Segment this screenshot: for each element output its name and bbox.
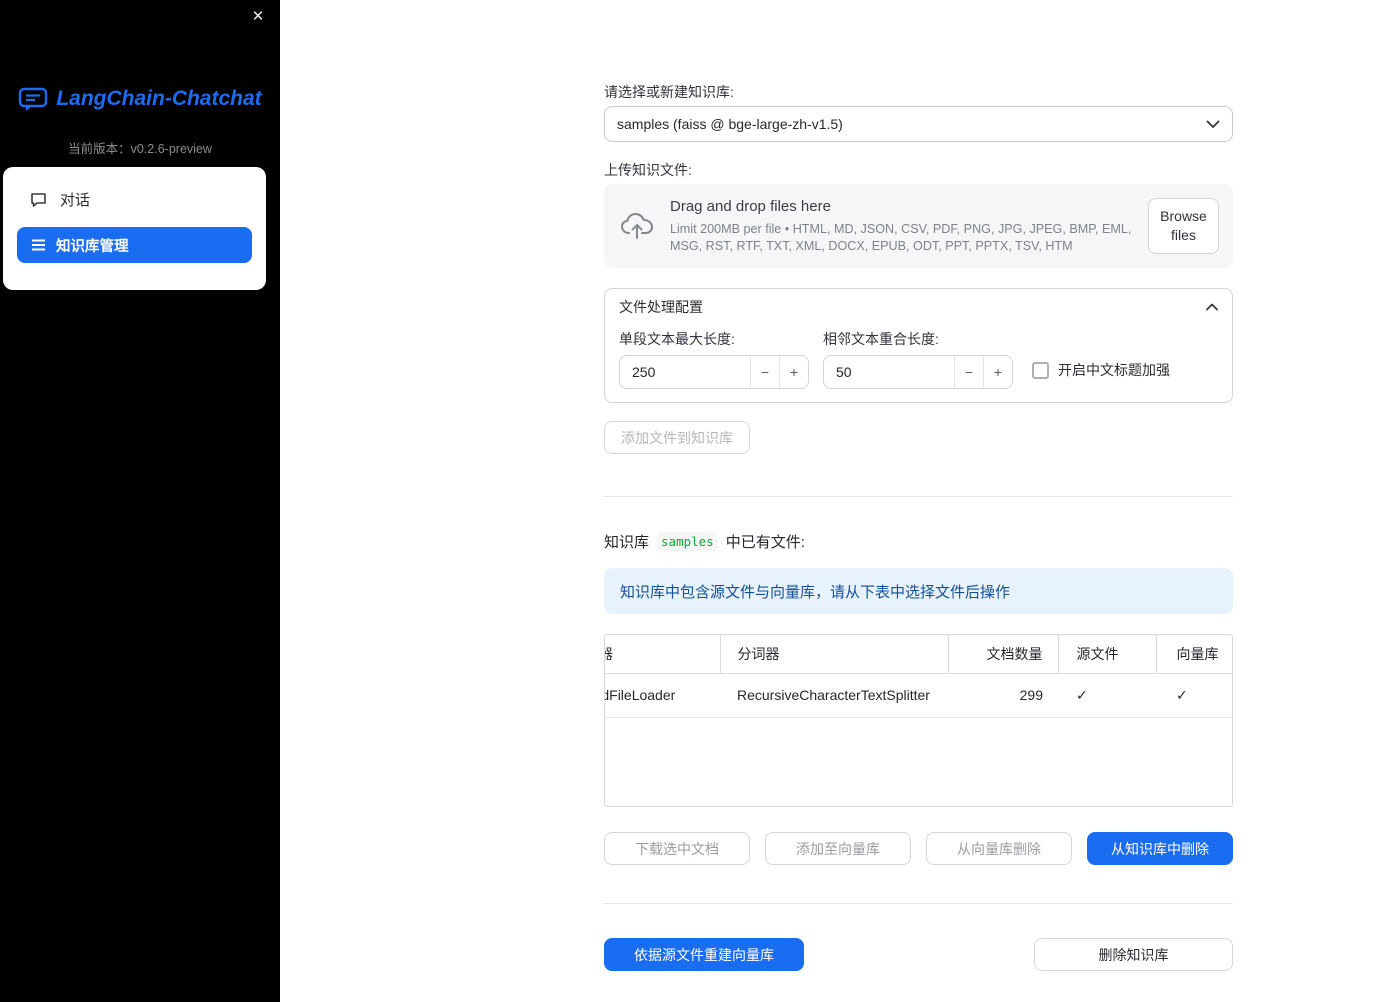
col-header-source-file[interactable]: 源文件 [1058,635,1157,674]
file-dropzone[interactable]: Drag and drop files here Limit 200MB per… [604,184,1233,268]
delete-from-vector-store-button[interactable]: 从向量库删除 [926,832,1072,865]
overlap-length-stepper: − + [823,355,1013,389]
kb-select-label: 请选择或新建知识库: [604,84,734,100]
cell-vector-store-check: ✓ [1156,673,1232,718]
max-length-plus-button[interactable]: + [779,356,808,388]
delete-from-kb-button[interactable]: 从知识库中删除 [1087,832,1233,865]
download-selected-button[interactable]: 下载选中文档 [604,832,750,865]
delete-kb-button[interactable]: 删除知识库 [1034,938,1233,971]
col-header-vector-store[interactable]: 向量库 [1156,635,1232,674]
sidebar-close-icon[interactable]: ✕ [249,8,267,26]
max-length-minus-button[interactable]: − [750,356,779,388]
list-icon [31,238,46,252]
file-config-title: 文件处理配置 [619,299,703,315]
sidebar: ✕ LangChain-Chatchat 当前版本：v0.2.6-preview… [0,0,280,1002]
logo-chat-icon [18,86,48,112]
sidebar-item-label: 对话 [60,192,91,209]
overlap-plus-button[interactable]: + [983,356,1012,388]
divider [604,903,1233,904]
table-header-row: 文档加载器 分词器 文档数量 源文件 向量库 [605,635,1232,674]
kb-files-table[interactable]: 文档加载器 分词器 文档数量 源文件 向量库 UnstructuredFileL… [604,634,1233,807]
zh-title-checkbox-label: 开启中文标题加强 [1058,362,1170,378]
add-files-to-kb-button[interactable]: 添加文件到知识库 [604,421,750,454]
sidebar-item-knowledge-base[interactable]: 知识库管理 [17,227,252,263]
chevron-down-icon [1206,120,1220,129]
logo: LangChain-Chatchat [0,86,280,112]
cloud-upload-icon [620,212,654,240]
dropzone-limit-text: Limit 200MB per file • HTML, MD, JSON, C… [670,222,1132,253]
dropzone-title: Drag and drop files here [670,198,831,216]
sidebar-item-dialogue[interactable]: 对话 [3,181,266,218]
kb-select[interactable]: samples (faiss @ bge-large-zh-v1.5) [604,106,1233,142]
cell-splitter: RecursiveCharacterTextSplitter [720,673,948,718]
col-header-loader[interactable]: 文档加载器 [605,635,721,674]
table-row[interactable]: UnstructuredFileLoader RecursiveCharacte… [605,673,1232,718]
sidebar-item-label: 知识库管理 [56,238,129,255]
cell-doc-count: 299 [948,673,1058,718]
info-banner: 知识库中包含源文件与向量库，请从下表中选择文件后操作 [604,568,1233,614]
col-header-splitter[interactable]: 分词器 [720,635,949,674]
existing-files-heading: 知识库 samples 中已有文件: [604,532,805,551]
chat-bubble-icon [30,192,47,208]
upload-label: 上传知识文件: [604,162,692,178]
overlap-length-label: 相邻文本重合长度: [823,331,939,347]
main-area: 请选择或新建知识库: samples (faiss @ bge-large-zh… [280,0,1380,1002]
logo-text: LangChain-Chatchat [56,87,262,110]
overlap-length-input[interactable] [824,356,954,388]
add-to-vector-store-button[interactable]: 添加至向量库 [765,832,911,865]
browse-files-button[interactable]: Browse files [1148,198,1219,254]
file-config-expander: 文件处理配置 单段文本最大长度: − + 相邻文本重合长度: [604,288,1233,403]
version-text: 当前版本：v0.2.6-preview [68,142,212,156]
chevron-up-icon [1206,303,1218,311]
zh-title-checkbox[interactable] [1032,361,1049,379]
rebuild-vector-store-button[interactable]: 依据源文件重建向量库 [604,938,804,971]
max-length-input[interactable] [620,356,750,388]
cell-loader: UnstructuredFileLoader [605,673,720,718]
sidebar-nav-panel: 对话 知识库管理 [3,167,266,290]
divider [604,496,1233,497]
cell-source-file-check: ✓ [1058,673,1156,718]
kb-select-value: samples (faiss @ bge-large-zh-v1.5) [617,116,843,132]
kb-name-code: samples [657,532,718,551]
overlap-minus-button[interactable]: − [954,356,983,388]
max-length-label: 单段文本最大长度: [619,331,735,347]
col-header-doc-count[interactable]: 文档数量 [948,635,1059,674]
max-length-stepper: − + [619,355,809,389]
file-config-expander-header[interactable]: 文件处理配置 [605,289,1232,325]
